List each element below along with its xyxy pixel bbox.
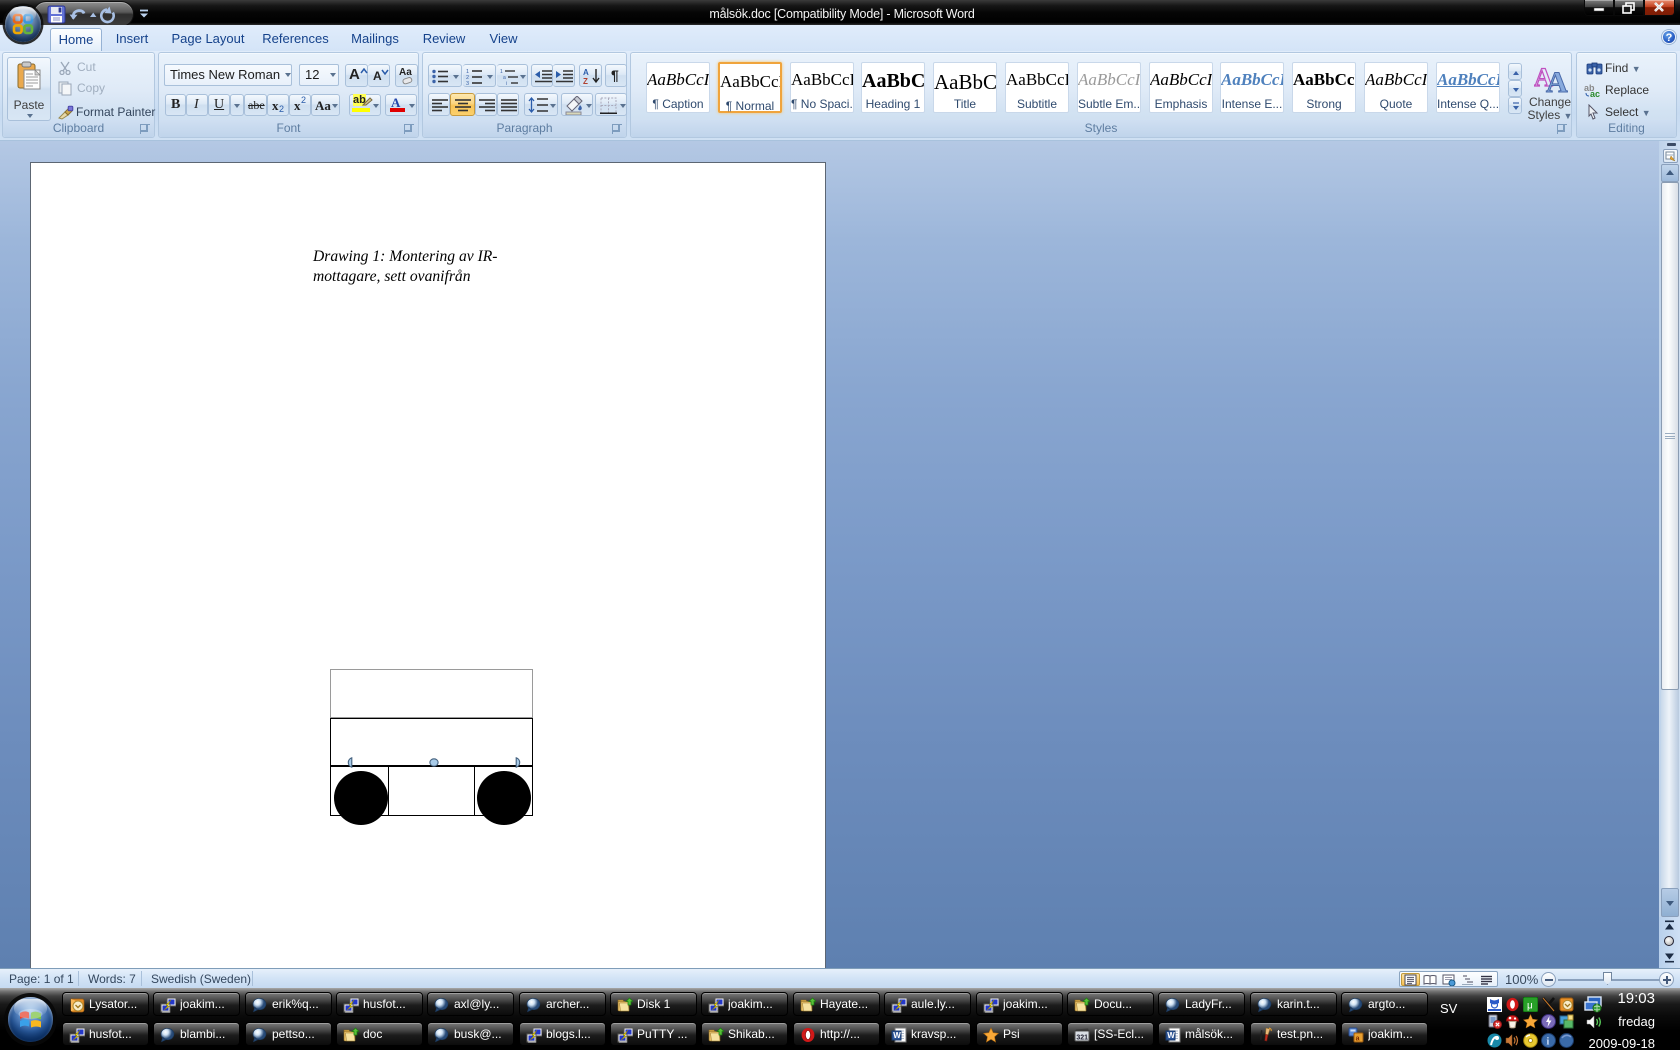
svg-text:i: i (506, 81, 507, 85)
svg-text:a: a (1356, 1036, 1360, 1043)
svg-text:A: A (583, 68, 589, 77)
svg-text:ac: ac (1590, 89, 1600, 98)
svg-text:W: W (1167, 1031, 1175, 1040)
svg-text:W: W (893, 1031, 901, 1040)
svg-text:μ: μ (1527, 1001, 1533, 1012)
svg-text:3: 3 (466, 81, 469, 85)
svg-text:321: 321 (1076, 1034, 1088, 1041)
svg-text:i: i (1547, 1037, 1550, 1048)
svg-text:A: A (1546, 66, 1568, 94)
svg-text:Z: Z (583, 77, 588, 85)
